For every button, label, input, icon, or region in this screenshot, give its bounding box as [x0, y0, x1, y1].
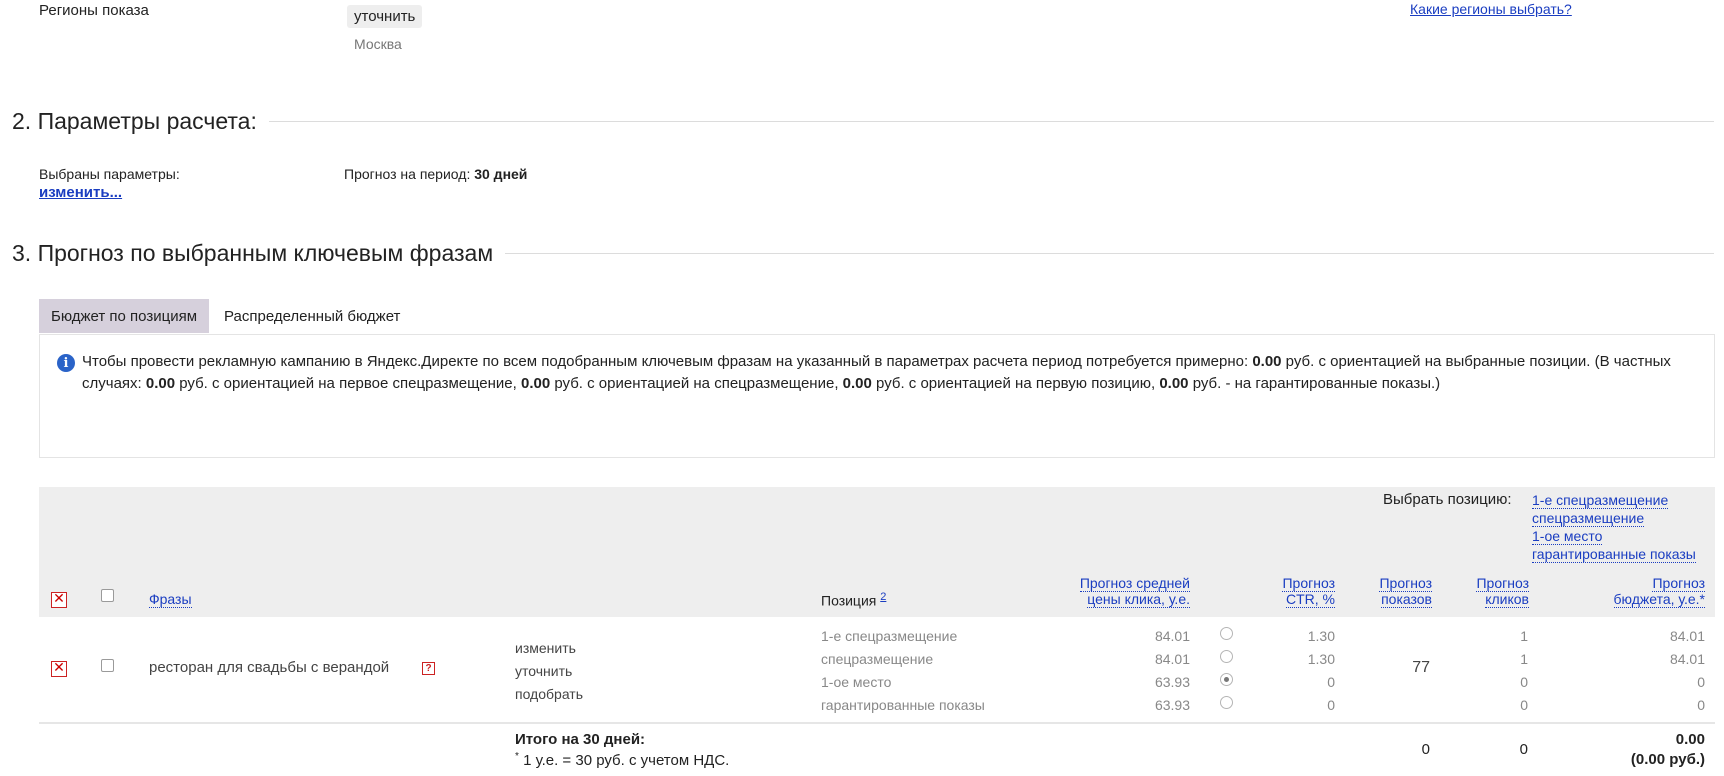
- position-radio[interactable]: [1220, 650, 1233, 663]
- budget-value: 0: [1697, 697, 1705, 713]
- budget-value: 0: [1697, 674, 1705, 690]
- phrase-pick-action[interactable]: подобрать: [515, 686, 583, 702]
- tab-distributed-budget[interactable]: Распределенный бюджет: [214, 299, 410, 333]
- section-params-title: 2. Параметры расчета:: [12, 108, 257, 134]
- select-position-first-place[interactable]: 1-ое место: [1532, 528, 1603, 545]
- position-name: 1-е спецразмещение: [821, 628, 958, 644]
- forecast-period-value: 30 дней: [474, 166, 528, 182]
- delete-phrase-icon[interactable]: ✕: [51, 661, 67, 677]
- selected-params-label: Выбраны параметры:: [39, 166, 180, 182]
- forecast-period: Прогноз на период: 30 дней: [344, 166, 527, 182]
- ctr-value: 0: [1327, 697, 1335, 713]
- currency-footnote: * 1 у.е. = 30 руб. с учетом НДС.: [515, 751, 730, 769]
- phrase-text: ресторан для свадьбы с верандой: [149, 659, 390, 676]
- section-forecast-header: 3. Прогноз по выбранным ключевым фразам: [12, 240, 1714, 267]
- select-position-special[interactable]: спецразмещение: [1532, 510, 1645, 527]
- column-header-position: Позиция 2: [821, 591, 887, 609]
- delete-all-icon[interactable]: ✕: [51, 592, 67, 608]
- position-radio[interactable]: [1220, 696, 1233, 709]
- clicks-value: 0: [1520, 697, 1528, 713]
- change-params-link[interactable]: изменить...: [39, 184, 122, 201]
- position-name: спецразмещение: [821, 651, 934, 667]
- select-position-label: Выбрать позицию:: [1383, 491, 1512, 508]
- info-icon: i: [57, 354, 75, 372]
- total-shows: 0: [1421, 741, 1430, 758]
- column-header-avg-click-price[interactable]: Прогноз средней цены клика, у.е.: [1040, 575, 1190, 608]
- total-clicks: 0: [1519, 741, 1528, 758]
- ctr-value: 1.30: [1307, 651, 1335, 667]
- clicks-value: 1: [1520, 651, 1528, 667]
- select-all-checkbox[interactable]: [101, 589, 114, 602]
- position-footnote-link[interactable]: 2: [880, 591, 886, 603]
- regions-label: Регионы показа: [39, 2, 149, 19]
- budget-value: 84.01: [1669, 628, 1705, 644]
- clicks-value: 0: [1520, 674, 1528, 690]
- column-header-ctr[interactable]: Прогноз CTR, %: [1240, 575, 1335, 608]
- position-radio-selected[interactable]: [1220, 673, 1233, 686]
- section-forecast-title: 3. Прогноз по выбранным ключевым фразам: [12, 240, 494, 266]
- phrase-checkbox[interactable]: [101, 659, 114, 672]
- phrase-refine-action[interactable]: уточнить: [515, 663, 572, 679]
- tab-budget-positions[interactable]: Бюджет по позициям: [39, 299, 209, 333]
- avg-click-price: 63.93: [1154, 674, 1190, 690]
- column-header-phrases[interactable]: Фразы: [149, 591, 192, 608]
- section-divider: [505, 253, 1714, 254]
- total-budget-rub: (0.00 руб.): [1630, 751, 1705, 768]
- regions-value: Москва: [354, 36, 402, 52]
- position-name: гарантированные показы: [821, 697, 985, 713]
- ctr-value: 1.30: [1307, 628, 1335, 644]
- info-text: Чтобы провести рекламную кампанию в Янде…: [82, 353, 1671, 392]
- select-position-guaranteed[interactable]: гарантированные показы: [1532, 546, 1696, 563]
- total-label: Итого на 30 дней:: [515, 731, 646, 748]
- forecast-period-label: Прогноз на период:: [344, 166, 471, 182]
- budget-value: 84.01: [1669, 651, 1705, 667]
- avg-click-price: 84.01: [1154, 651, 1190, 667]
- position-radio[interactable]: [1220, 627, 1233, 640]
- refine-regions-button[interactable]: уточнить: [347, 5, 423, 28]
- position-name: 1-ое место: [821, 674, 892, 690]
- column-header-clicks[interactable]: Прогноз кликов: [1437, 575, 1529, 608]
- which-regions-link[interactable]: Какие регионы выбрать?: [1410, 1, 1572, 17]
- question-icon[interactable]: ?: [422, 662, 435, 675]
- row-divider: [39, 722, 1715, 724]
- section-divider: [268, 121, 1714, 122]
- avg-click-price: 63.93: [1154, 697, 1190, 713]
- total-budget: 0.00: [1675, 731, 1705, 748]
- ctr-value: 0: [1327, 674, 1335, 690]
- column-header-shows[interactable]: Прогноз показов: [1340, 575, 1432, 608]
- select-position-first-special[interactable]: 1-е спецразмещение: [1532, 492, 1669, 509]
- column-header-budget[interactable]: Прогноз бюджета, у.е.*: [1540, 575, 1705, 608]
- clicks-value: 1: [1520, 628, 1528, 644]
- section-params-header: 2. Параметры расчета:: [12, 108, 1714, 135]
- shows-value: 77: [1412, 659, 1430, 676]
- avg-click-price: 84.01: [1154, 628, 1190, 644]
- phrase-change-action[interactable]: изменить: [515, 640, 576, 656]
